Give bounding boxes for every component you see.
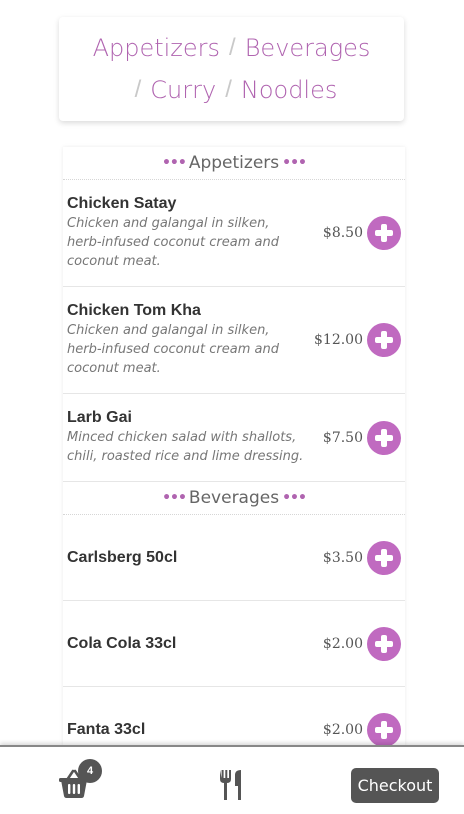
category-separator: / [134,76,142,103]
category-separator: / [225,76,232,103]
item-name: Chicken Satay [67,195,177,212]
category-link-noodles[interactable]: Noodles [241,76,338,104]
item-name: Fanta 33cl [67,720,146,738]
item-price: $3.50 [322,549,363,566]
plus-circle-icon[interactable] [367,712,401,747]
menu-item: Larb Gai Minced chicken salad with shall… [63,394,405,482]
menu-list: ••• Appetizers ••• Chicken Satay Chicken… [63,147,405,747]
menu-item: Fanta 33cl $2.00 [63,687,405,747]
section-dots-left: ••• [161,155,187,171]
section-header-appetizers: ••• Appetizers ••• [63,147,405,180]
menu-item: Chicken Satay Chicken and galangal in si… [63,180,405,287]
category-nav-row-2: / Curry / Noodles [77,69,386,111]
bottom-bar: 4 Checkout [0,745,464,814]
item-price: $12.00 [314,332,363,348]
utensils-icon[interactable] [218,769,244,801]
section-dots-right: ••• [282,490,307,506]
basket-count-badge: 4 [78,759,102,783]
checkout-button[interactable]: Checkout [351,768,439,803]
section-dots-left: ••• [162,490,187,506]
plus-circle-icon[interactable] [367,323,401,357]
category-link-beverages[interactable]: Beverages [245,34,371,62]
item-name: Cola Cola 33cl [67,634,177,652]
plus-circle-icon[interactable] [367,420,401,455]
menu-item: Cola Cola 33cl $2.00 [63,601,405,687]
menu-item: Carlsberg 50cl $3.50 [63,515,405,601]
item-name: Carlsberg 50cl [67,548,178,566]
item-description: Chicken and galangal in silken, herb-inf… [67,323,279,376]
category-link-curry[interactable]: Curry [150,76,216,104]
item-price: $7.50 [322,429,363,446]
category-nav: Appetizers / Beverages / Curry / Noodles [59,17,404,121]
item-description: Chicken and galangal in silken, herb-inf… [67,216,279,269]
category-nav-row-1: Appetizers / Beverages [77,27,386,69]
plus-circle-icon[interactable] [367,626,401,661]
section-title: Beverages [188,488,280,508]
section-header-beverages: ••• Beverages ••• [63,482,405,515]
item-name: Chicken Tom Kha [67,302,201,319]
section-title: Appetizers [188,153,280,173]
item-description: Minced chicken salad with shallots, chil… [67,430,304,464]
plus-circle-icon[interactable] [367,216,401,250]
menu-page: Appetizers / Beverages / Curry / Noodles… [0,0,464,814]
menu-item: Chicken Tom Kha Chicken and galangal in … [63,287,405,394]
item-price: $2.00 [322,721,363,738]
item-price: $2.00 [322,635,363,652]
category-separator: / [229,34,236,61]
plus-circle-icon[interactable] [367,540,401,575]
item-price: $8.50 [322,225,363,241]
item-name: Larb Gai [67,409,132,426]
section-dots-right: ••• [282,155,307,171]
category-link-appetizers[interactable]: Appetizers [93,34,220,62]
